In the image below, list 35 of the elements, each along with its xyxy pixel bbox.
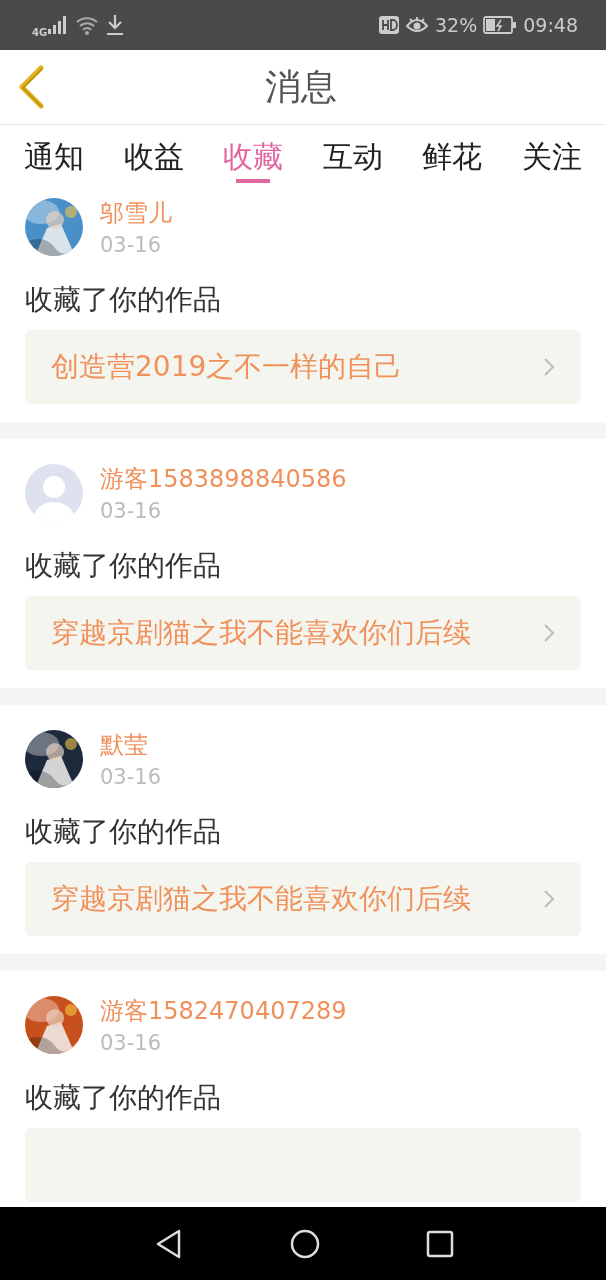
tab[interactable]: 互动	[322, 125, 383, 187]
page-title: 消息	[265, 64, 337, 109]
download-icon	[105, 14, 126, 36]
message-date: 03-16	[100, 1030, 162, 1057]
message-date: 03-16	[100, 498, 162, 525]
work-link[interactable]: 创造营2019之不一样的自己	[25, 330, 581, 404]
message-date: 03-16	[100, 764, 162, 791]
wifi-icon	[75, 15, 100, 35]
clock-time: 09:48	[523, 14, 578, 36]
tab[interactable]: 鲜花	[422, 125, 483, 187]
chevron-icon	[543, 889, 555, 909]
home-icon[interactable]	[289, 1228, 320, 1259]
chevron-icon	[543, 357, 555, 377]
back-icon[interactable]	[155, 1227, 183, 1260]
message-text: 收藏了你的作品	[25, 1080, 221, 1116]
user-name[interactable]: 游客1583898840586	[100, 464, 347, 494]
chevron-icon	[543, 623, 555, 643]
work-link[interactable]: 穿越京剧猫之我不能喜欢你们后续	[25, 862, 581, 936]
message-text: 收藏了你的作品	[25, 282, 221, 318]
message-date: 03-16	[100, 232, 162, 259]
battery-icon	[483, 16, 518, 34]
message-text: 收藏了你的作品	[25, 814, 221, 850]
tab[interactable]: 通知	[24, 125, 84, 187]
message-text: 收藏了你的作品	[25, 548, 221, 584]
network-label: 4G	[32, 26, 48, 38]
user-name[interactable]: 游客1582470407289	[100, 996, 347, 1026]
hd-icon	[379, 15, 399, 35]
eye-icon	[405, 16, 429, 34]
battery-percent: 32%	[435, 14, 478, 36]
user-name[interactable]: 邬雪儿	[100, 198, 172, 228]
user-name[interactable]: 默莹	[100, 730, 148, 760]
work-link[interactable]: 穿越京剧猫之我不能喜欢你们后续	[25, 596, 581, 670]
tab[interactable]: 关注	[521, 125, 582, 187]
tab[interactable]: 收益	[123, 125, 184, 187]
recent-apps-icon[interactable]	[426, 1229, 454, 1258]
